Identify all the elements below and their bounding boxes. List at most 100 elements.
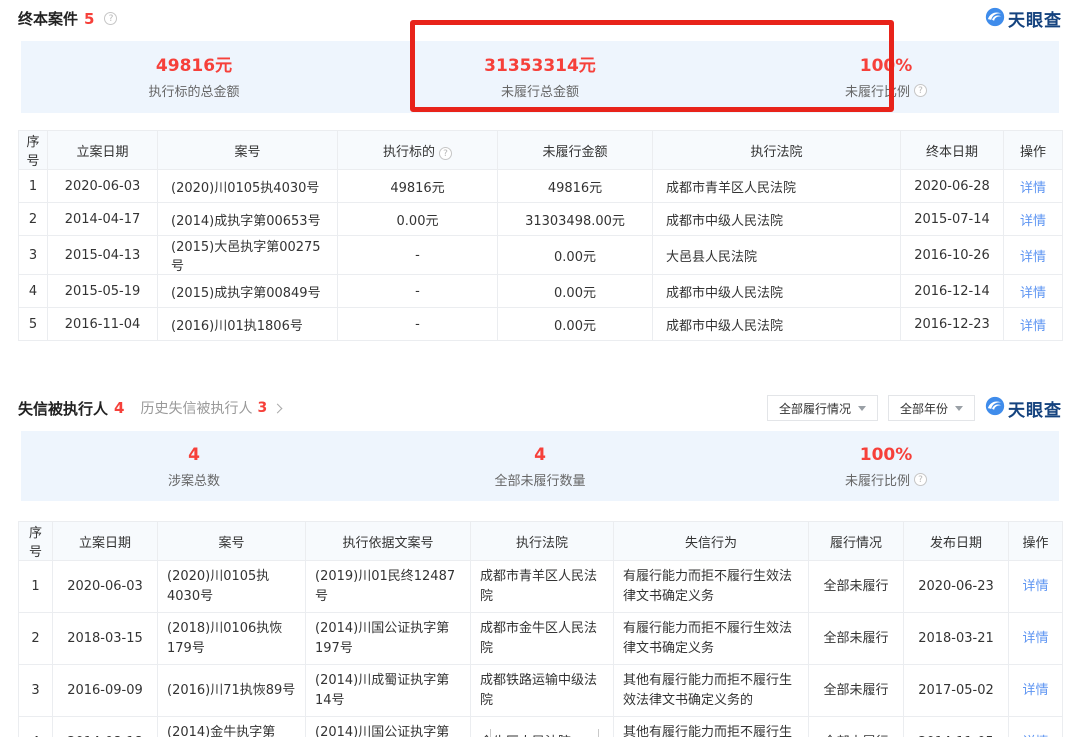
table-row: 22014-04-17(2014)成执字第00653号0.00元31303498… <box>19 203 1063 236</box>
table-cell: (2019)川01民终12487号 <box>306 561 471 613</box>
table-cell: 详情 <box>1004 203 1063 236</box>
section2-summary-banner: 4 涉案总数 4 全部未履行数量 100% 未履行比例? <box>21 431 1059 501</box>
column-header: 操作 <box>1004 131 1063 170</box>
table-cell: 2016-11-04 <box>48 308 158 341</box>
table-cell: 2020-06-03 <box>53 561 158 613</box>
stat-case-total: 4 涉案总数 <box>21 444 367 489</box>
column-header: 执行标的? <box>338 131 498 170</box>
table-cell: 2015-07-14 <box>901 203 1004 236</box>
table-cell: 2016-09-09 <box>53 665 158 717</box>
column-header: 序号 <box>19 131 48 170</box>
section1-title-line: 终本案件 5 ? <box>18 8 117 29</box>
history-count: 3 <box>257 400 267 416</box>
table-cell: 成都市中级人民法院 <box>653 308 901 341</box>
chevron-down-icon <box>858 406 866 411</box>
section1-summary-banner: 49816元 执行标的总金额 31353314元 未履行总金额 100% 未履行… <box>21 41 1059 113</box>
column-header: 终本日期 <box>901 131 1004 170</box>
table-cell: 4 <box>19 275 48 308</box>
table-row: 22018-03-15(2018)川0106执恢179号(2014)川国公证执字… <box>19 613 1063 665</box>
detail-link[interactable]: 详情 <box>1022 683 1048 698</box>
table-cell: 成都市中级人民法院 <box>653 275 901 308</box>
table-cell: 大邑县人民法院 <box>653 236 901 275</box>
stat-label: 未履行比例? <box>713 81 1059 100</box>
table-cell: 2015-04-13 <box>48 236 158 275</box>
column-header: 发布日期 <box>904 522 1009 561</box>
table-cell: 详情 <box>1009 613 1063 665</box>
help-icon[interactable]: ? <box>914 84 927 97</box>
table-cell: (2020)川0105执4030号 <box>158 561 306 613</box>
table-cell: 成都市金牛区人民法院 <box>471 613 614 665</box>
column-header: 立案日期 <box>48 131 158 170</box>
stat-value: 100% <box>713 444 1059 466</box>
detail-link[interactable]: 详情 <box>1022 579 1048 594</box>
table-cell: 其他有履行能力而拒不履行生效法律文书确定义务的 <box>614 665 809 717</box>
table-row: 42014-08-18(2014)金牛执字第01521号(2014)川国公证执字… <box>19 717 1063 737</box>
table-cell: (2015)大邑执字第00275号 <box>158 236 338 275</box>
section2-header: 失信被执行人 4 历史失信被执行人 3 全部履行情况 全部年份 天眼查 <box>0 395 1080 421</box>
stat-label-text: 执行标的总金额 <box>148 81 239 100</box>
table-cell: 全部未履行 <box>809 717 904 737</box>
divider-tick <box>598 729 599 737</box>
filter-label: 全部履行情况 <box>779 400 851 417</box>
table-cell: 3 <box>19 236 48 275</box>
history-dishonest-link[interactable]: 历史失信被执行人 3 <box>140 398 281 418</box>
stat-label: 未履行总金额 <box>367 81 713 100</box>
detail-link[interactable]: 详情 <box>1020 181 1046 196</box>
stat-value: 4 <box>367 444 713 466</box>
table-cell: 详情 <box>1009 561 1063 613</box>
stat-unfulfilled-total: 31353314元 未履行总金额 <box>367 55 713 100</box>
table-cell: 4 <box>19 717 53 737</box>
table-cell: 详情 <box>1009 665 1063 717</box>
table-row: 12020-06-03(2020)川0105执4030号(2019)川01民终1… <box>19 561 1063 613</box>
divider-tick <box>237 729 238 737</box>
fulfillment-status-filter[interactable]: 全部履行情况 <box>767 395 878 421</box>
detail-link[interactable]: 详情 <box>1020 286 1046 301</box>
table-cell: - <box>338 308 498 341</box>
column-header: 执行依据文案号 <box>306 522 471 561</box>
detail-link[interactable]: 详情 <box>1020 250 1046 265</box>
table-cell: 49816元 <box>338 170 498 203</box>
detail-link[interactable]: 详情 <box>1020 319 1046 334</box>
section2-title: 失信被执行人 <box>18 398 108 419</box>
help-icon[interactable]: ? <box>914 473 927 486</box>
stat-label-text: 未履行比例 <box>845 81 910 100</box>
table-cell: (2014)金牛执字第01521号 <box>158 717 306 737</box>
table-cell: 2020-06-03 <box>48 170 158 203</box>
table-cell: (2014)川国公证执字第197号 <box>306 717 471 737</box>
column-header: 未履行金额 <box>498 131 653 170</box>
table-cell: 0.00元 <box>498 275 653 308</box>
section2-count: 4 <box>114 399 124 417</box>
table-cell: (2014)成执字第00653号 <box>158 203 338 236</box>
table-cell: 详情 <box>1004 236 1063 275</box>
section2-title-line: 失信被执行人 4 历史失信被执行人 3 <box>18 398 281 419</box>
table-cell: (2016)川71执恢89号 <box>158 665 306 717</box>
detail-link[interactable]: 详情 <box>1020 214 1046 229</box>
table-cell: 0.00元 <box>498 308 653 341</box>
table-cell: - <box>338 236 498 275</box>
column-header: 序号 <box>19 522 53 561</box>
stat-unfulfilled-ratio: 100% 未履行比例? <box>713 55 1059 100</box>
column-header: 执行法院 <box>471 522 614 561</box>
stat-value: 4 <box>21 444 367 466</box>
table-cell: 2 <box>19 203 48 236</box>
section1-count: 5 <box>84 10 94 28</box>
help-icon[interactable]: ? <box>439 147 452 160</box>
table-cell: 2018-03-21 <box>904 613 1009 665</box>
section1-header: 终本案件 5 ? 天眼查 <box>0 0 1080 31</box>
table-cell: 1 <box>19 561 53 613</box>
table-cell: 全部未履行 <box>809 613 904 665</box>
filter-label: 全部年份 <box>900 400 948 417</box>
table-cell: 0.00元 <box>338 203 498 236</box>
table-cell: 5 <box>19 308 48 341</box>
year-filter[interactable]: 全部年份 <box>888 395 975 421</box>
column-header: 失信行为 <box>614 522 809 561</box>
table-cell: - <box>338 275 498 308</box>
column-header: 执行法院 <box>653 131 901 170</box>
table-cell: 有履行能力而拒不履行生效法律文书确定义务 <box>614 561 809 613</box>
help-icon[interactable]: ? <box>104 12 117 25</box>
table-cell: 2020-06-23 <box>904 561 1009 613</box>
stat-label: 全部未履行数量 <box>367 470 713 489</box>
detail-link[interactable]: 详情 <box>1022 631 1048 646</box>
table-row: 52016-11-04(2016)川01执1806号-0.00元成都市中级人民法… <box>19 308 1063 341</box>
table-cell: 31303498.00元 <box>498 203 653 236</box>
